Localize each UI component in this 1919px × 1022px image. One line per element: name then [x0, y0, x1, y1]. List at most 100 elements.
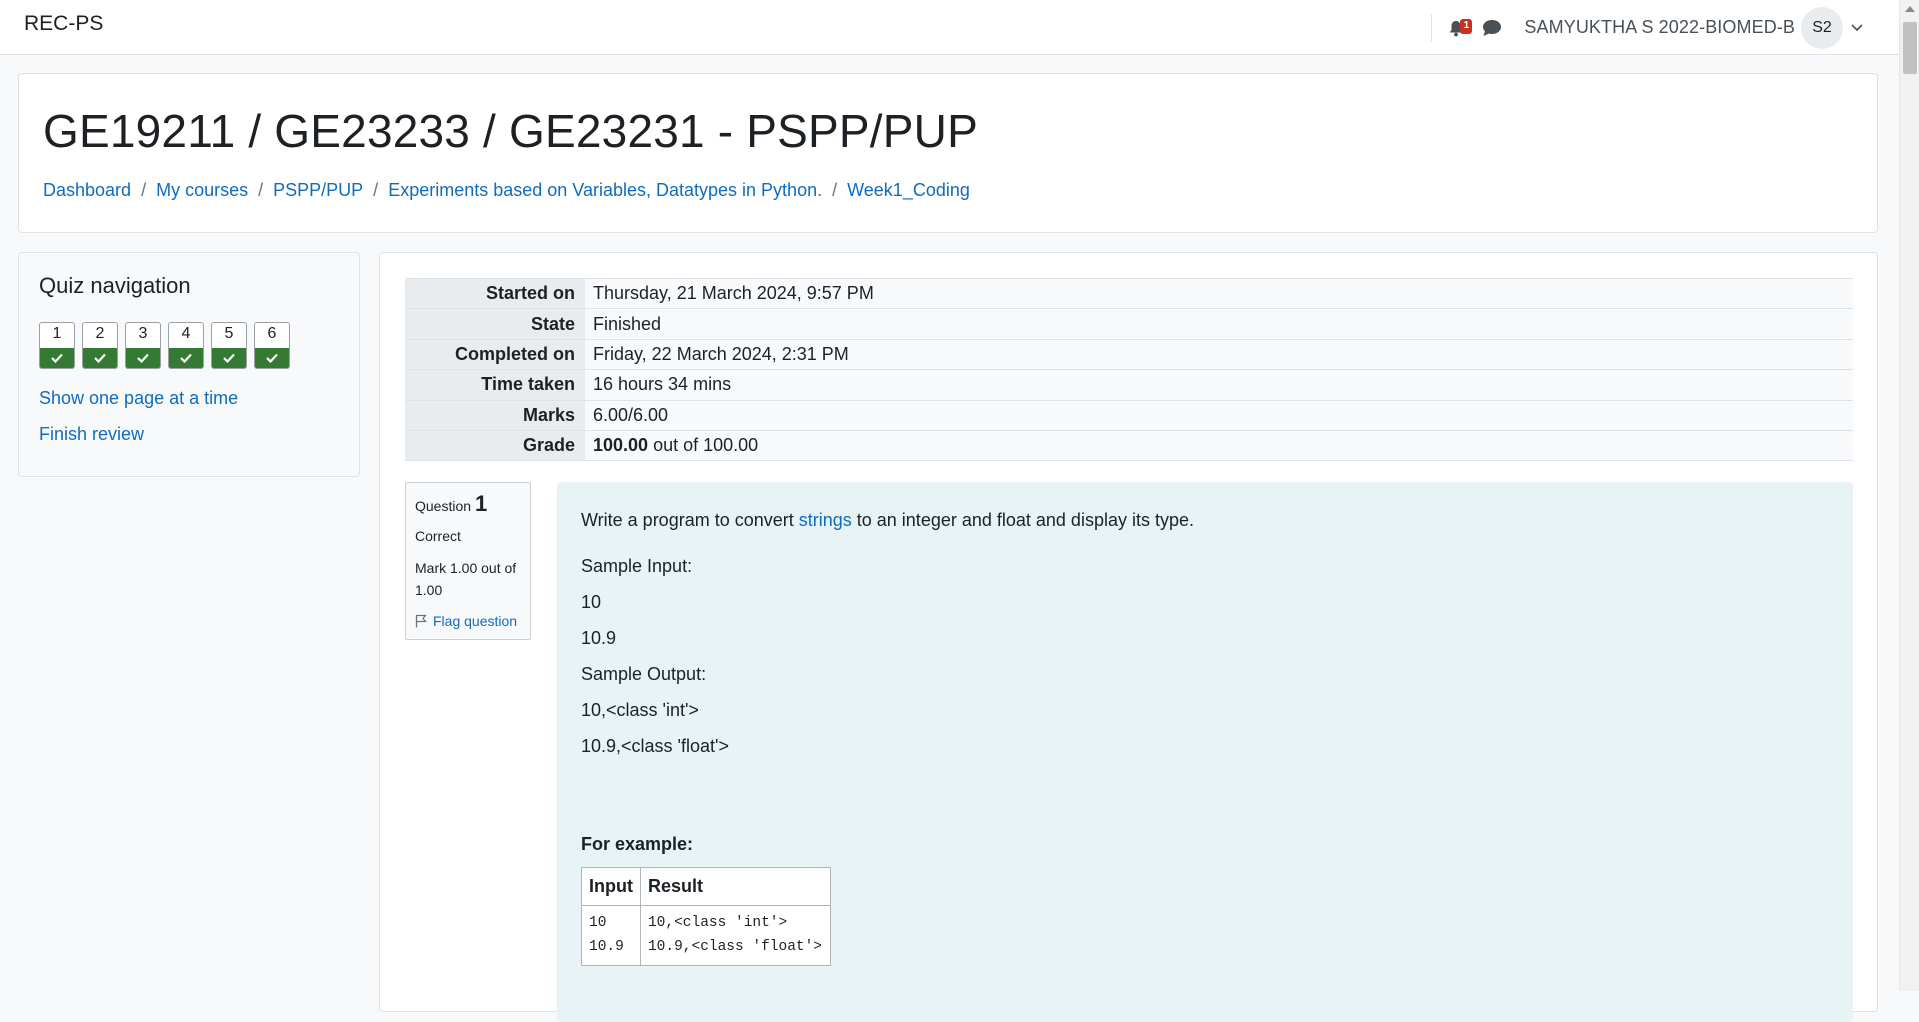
page-scrollbar[interactable] — [1899, 0, 1919, 991]
strings-glossary-link[interactable]: strings — [799, 510, 852, 530]
notifications-button[interactable]: 1 — [1448, 17, 1473, 39]
summary-label: Marks — [405, 399, 585, 431]
question-text-part: to an integer and float and display its … — [851, 510, 1194, 530]
breadcrumb-course[interactable]: PSPP/PUP — [273, 180, 363, 201]
question-number: 4 — [181, 325, 191, 342]
flag-icon — [415, 614, 427, 628]
messages-button[interactable] — [1482, 17, 1504, 39]
correct-check-icon — [40, 348, 74, 368]
example-row: 10 10.9 10,<class 'int'> 10.9,<class 'fl… — [581, 905, 831, 966]
summary-value: 16 hours 34 mins — [585, 369, 1853, 401]
quiz-nav-question-4[interactable]: 4 — [168, 322, 204, 369]
navbar-user-area: 1 SAMYUKTHA S 2022-BIOMED-B S2 — [1431, 0, 1899, 55]
summary-value: 6.00/6.00 — [585, 399, 1853, 431]
summary-label: Started on — [405, 277, 585, 309]
breadcrumb-my-courses[interactable]: My courses — [156, 180, 248, 201]
question-number: 2 — [95, 325, 105, 342]
page-header: GE19211 / GE23233 / GE23231 - PSPP/PUP D… — [18, 73, 1878, 233]
sample-input-line: 10 — [581, 592, 602, 612]
summary-row-time-taken: Time taken 16 hours 34 mins — [405, 369, 1853, 401]
breadcrumb-dashboard[interactable]: Dashboard — [43, 180, 131, 201]
quiz-nav-question-6[interactable]: 6 — [254, 322, 290, 369]
question-number: 5 — [224, 325, 234, 342]
summary-value: Thursday, 21 March 2024, 9:57 PM — [585, 277, 1853, 309]
navbar-divider — [1431, 13, 1433, 42]
question-text-box: Write a program to convert strings to an… — [557, 482, 1853, 1022]
sample-output-label: Sample Output: — [581, 664, 707, 684]
quiz-nav-question-5[interactable]: 5 — [211, 322, 247, 369]
question-mark: Mark 1.00 out of 1.00 — [415, 560, 517, 598]
question-info-panel: Question 1 Correct Mark 1.00 out of 1.00 … — [405, 482, 531, 640]
sample-output-line: 10.9,<class 'float'> — [581, 736, 729, 756]
question-number: 6 — [267, 325, 277, 342]
summary-row-grade: Grade 100.00 out of 100.00 — [405, 429, 1853, 462]
quiz-nav-question-3[interactable]: 3 — [125, 322, 161, 369]
summary-label: Time taken — [405, 369, 585, 401]
chat-bubble-icon — [1483, 19, 1502, 36]
summary-row-started: Started on Thursday, 21 March 2024, 9:57… — [405, 277, 1853, 309]
question-label: Question — [415, 498, 472, 514]
quiz-nav-question-2[interactable]: 2 — [82, 322, 118, 369]
attempt-summary-table: Started on Thursday, 21 March 2024, 9:57… — [405, 277, 1853, 462]
example-input-cell: 10 10.9 — [581, 905, 641, 966]
question-number: 1 — [475, 491, 488, 516]
grade-out-of: out of 100.00 — [648, 435, 759, 456]
quiz-nav-question-1[interactable]: 1 — [39, 322, 75, 369]
flag-question-label: Flag question — [433, 613, 518, 629]
breadcrumb-quiz[interactable]: Week1_Coding — [847, 180, 970, 201]
summary-label: State — [405, 308, 585, 340]
sample-input-label: Sample Input: — [581, 556, 693, 576]
question-buttons: 1 2 3 4 5 6 — [39, 322, 297, 369]
user-name[interactable]: SAMYUKTHA S 2022-BIOMED-B — [1524, 17, 1795, 38]
avatar[interactable]: S2 — [1801, 6, 1843, 49]
sample-output-line: 10,<class 'int'> — [581, 700, 699, 720]
summary-row-completed: Completed on Friday, 22 March 2024, 2:31… — [405, 338, 1853, 370]
quiz-navigation-title: Quiz navigation — [39, 273, 191, 298]
correct-check-icon — [212, 348, 246, 368]
main-content: Started on Thursday, 21 March 2024, 9:57… — [379, 252, 1878, 1022]
example-result-cell: 10,<class 'int'> 10.9,<class 'float'> — [639, 905, 831, 966]
summary-label: Completed on — [405, 338, 585, 370]
scroll-up-arrow-icon[interactable] — [1905, 6, 1915, 12]
top-navbar: REC-PS 1 SAMYUKTHA S 2022-BIOMED-B S2 — [0, 0, 1899, 55]
breadcrumb-separator: / — [141, 180, 147, 200]
correct-check-icon — [126, 348, 160, 368]
sample-input-line: 10.9 — [581, 628, 617, 648]
summary-value: 100.00 out of 100.00 — [585, 429, 1853, 462]
breadcrumb: Dashboard / My courses / PSPP/PUP / Expe… — [43, 180, 970, 201]
finish-review-link[interactable]: Finish review — [39, 424, 144, 445]
page-title: GE19211 / GE23233 / GE23231 - PSPP/PUP — [43, 105, 978, 157]
example-table: Input Result 10 10.9 10,<class 'int'> 10… — [581, 867, 831, 966]
breadcrumb-section[interactable]: Experiments based on Variables, Datatype… — [388, 180, 822, 201]
example-header-input: Input — [581, 867, 641, 906]
correct-check-icon — [169, 348, 203, 368]
breadcrumb-separator: / — [832, 180, 838, 200]
summary-row-marks: Marks 6.00/6.00 — [405, 399, 1853, 431]
correct-check-icon — [83, 348, 117, 368]
notification-count-badge: 1 — [1460, 18, 1473, 34]
example-header-row: Input Result — [581, 867, 831, 906]
site-brand[interactable]: REC-PS — [24, 12, 103, 36]
question-text-part: Write a program to convert — [581, 510, 799, 530]
summary-value: Finished — [585, 308, 1853, 340]
chevron-down-icon — [1851, 23, 1863, 31]
question-state: Correct — [415, 528, 461, 544]
example-header-result: Result — [639, 867, 831, 906]
breadcrumb-separator: / — [373, 180, 379, 200]
question-number: 1 — [52, 325, 62, 342]
breadcrumb-separator: / — [258, 180, 264, 200]
summary-value: Friday, 22 March 2024, 2:31 PM — [585, 338, 1853, 370]
user-menu-toggle[interactable] — [1851, 18, 1871, 38]
for-example-heading: For example: — [581, 834, 694, 854]
show-one-page-link[interactable]: Show one page at a time — [39, 388, 238, 409]
quiz-navigation-block: Quiz navigation 1 2 3 4 5 6 Show one pag… — [18, 252, 360, 477]
summary-row-state: State Finished — [405, 308, 1853, 340]
correct-check-icon — [255, 348, 289, 368]
flag-question-link[interactable]: Flag question — [415, 613, 517, 629]
question-number-heading: Question 1 — [415, 491, 487, 517]
grade-score: 100.00 — [593, 435, 649, 456]
summary-label: Grade — [405, 429, 585, 462]
question-number: 3 — [138, 325, 148, 342]
question-text: Write a program to convert strings to an… — [581, 510, 1194, 531]
scrollbar-thumb[interactable] — [1903, 22, 1917, 74]
